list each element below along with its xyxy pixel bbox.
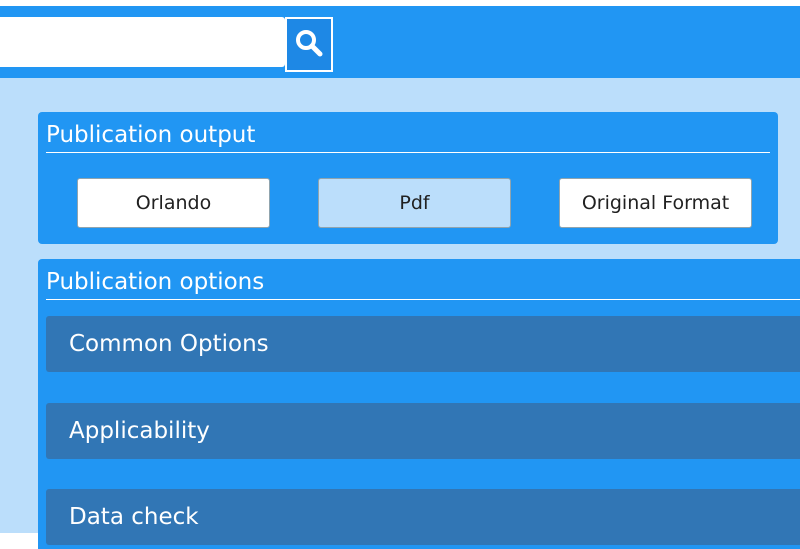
section-label: Data check <box>69 504 199 530</box>
applicability-section[interactable]: Applicability <box>46 403 800 459</box>
orlando-format-button[interactable]: Orlando <box>77 178 270 228</box>
divider <box>46 152 770 153</box>
section-label: Applicability <box>69 418 210 444</box>
section-label: Common Options <box>69 331 269 357</box>
divider <box>46 299 800 300</box>
publication-output-title: Publication output <box>46 122 256 148</box>
publication-output-panel: Publication output Orlando Pdf Original … <box>38 112 778 244</box>
common-options-section[interactable]: Common Options <box>46 316 800 372</box>
data-check-section[interactable]: Data check <box>46 489 800 545</box>
search-icon <box>295 29 323 61</box>
search-input[interactable] <box>0 17 285 67</box>
publication-options-title: Publication options <box>46 269 265 295</box>
publication-options-panel: Publication options Common Options Appli… <box>38 259 800 549</box>
pdf-format-button[interactable]: Pdf <box>318 178 511 228</box>
top-bar <box>0 6 800 78</box>
search-button[interactable] <box>285 17 333 72</box>
original-format-button[interactable]: Original Format <box>559 178 752 228</box>
